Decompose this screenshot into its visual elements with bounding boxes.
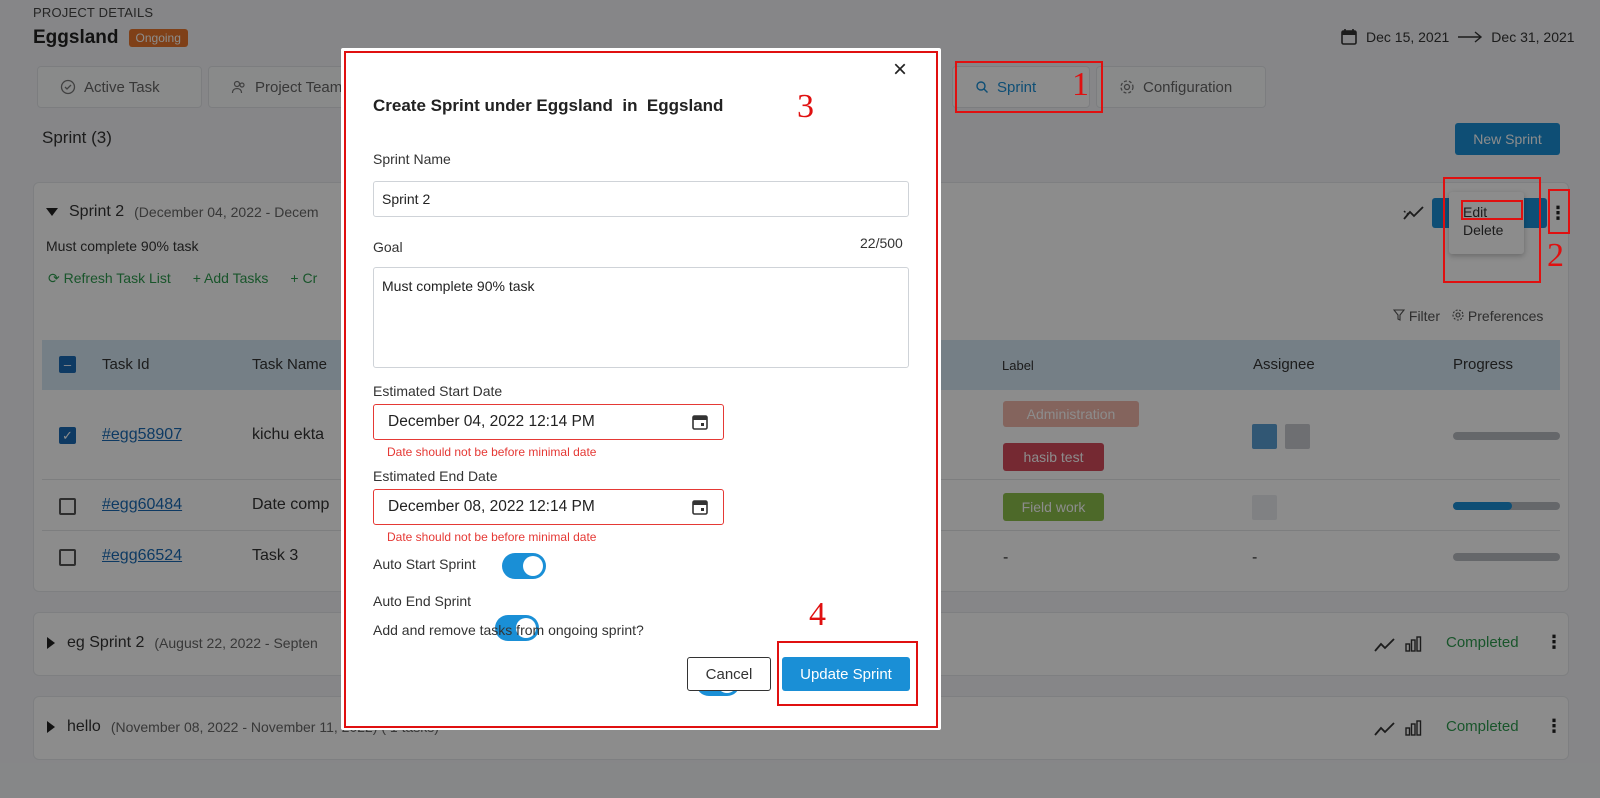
annotation-number: 1 [1072, 66, 1089, 103]
annotation-box-edit [1461, 200, 1523, 220]
annotation-box-menu [1443, 177, 1541, 283]
annotation-box-modal [344, 51, 938, 728]
annotation-number: 3 [797, 88, 814, 125]
annotation-number: 4 [809, 596, 826, 633]
annotation-box-more [1548, 189, 1570, 234]
annotation-number: 2 [1547, 237, 1564, 274]
annotation-box-update [777, 641, 918, 706]
